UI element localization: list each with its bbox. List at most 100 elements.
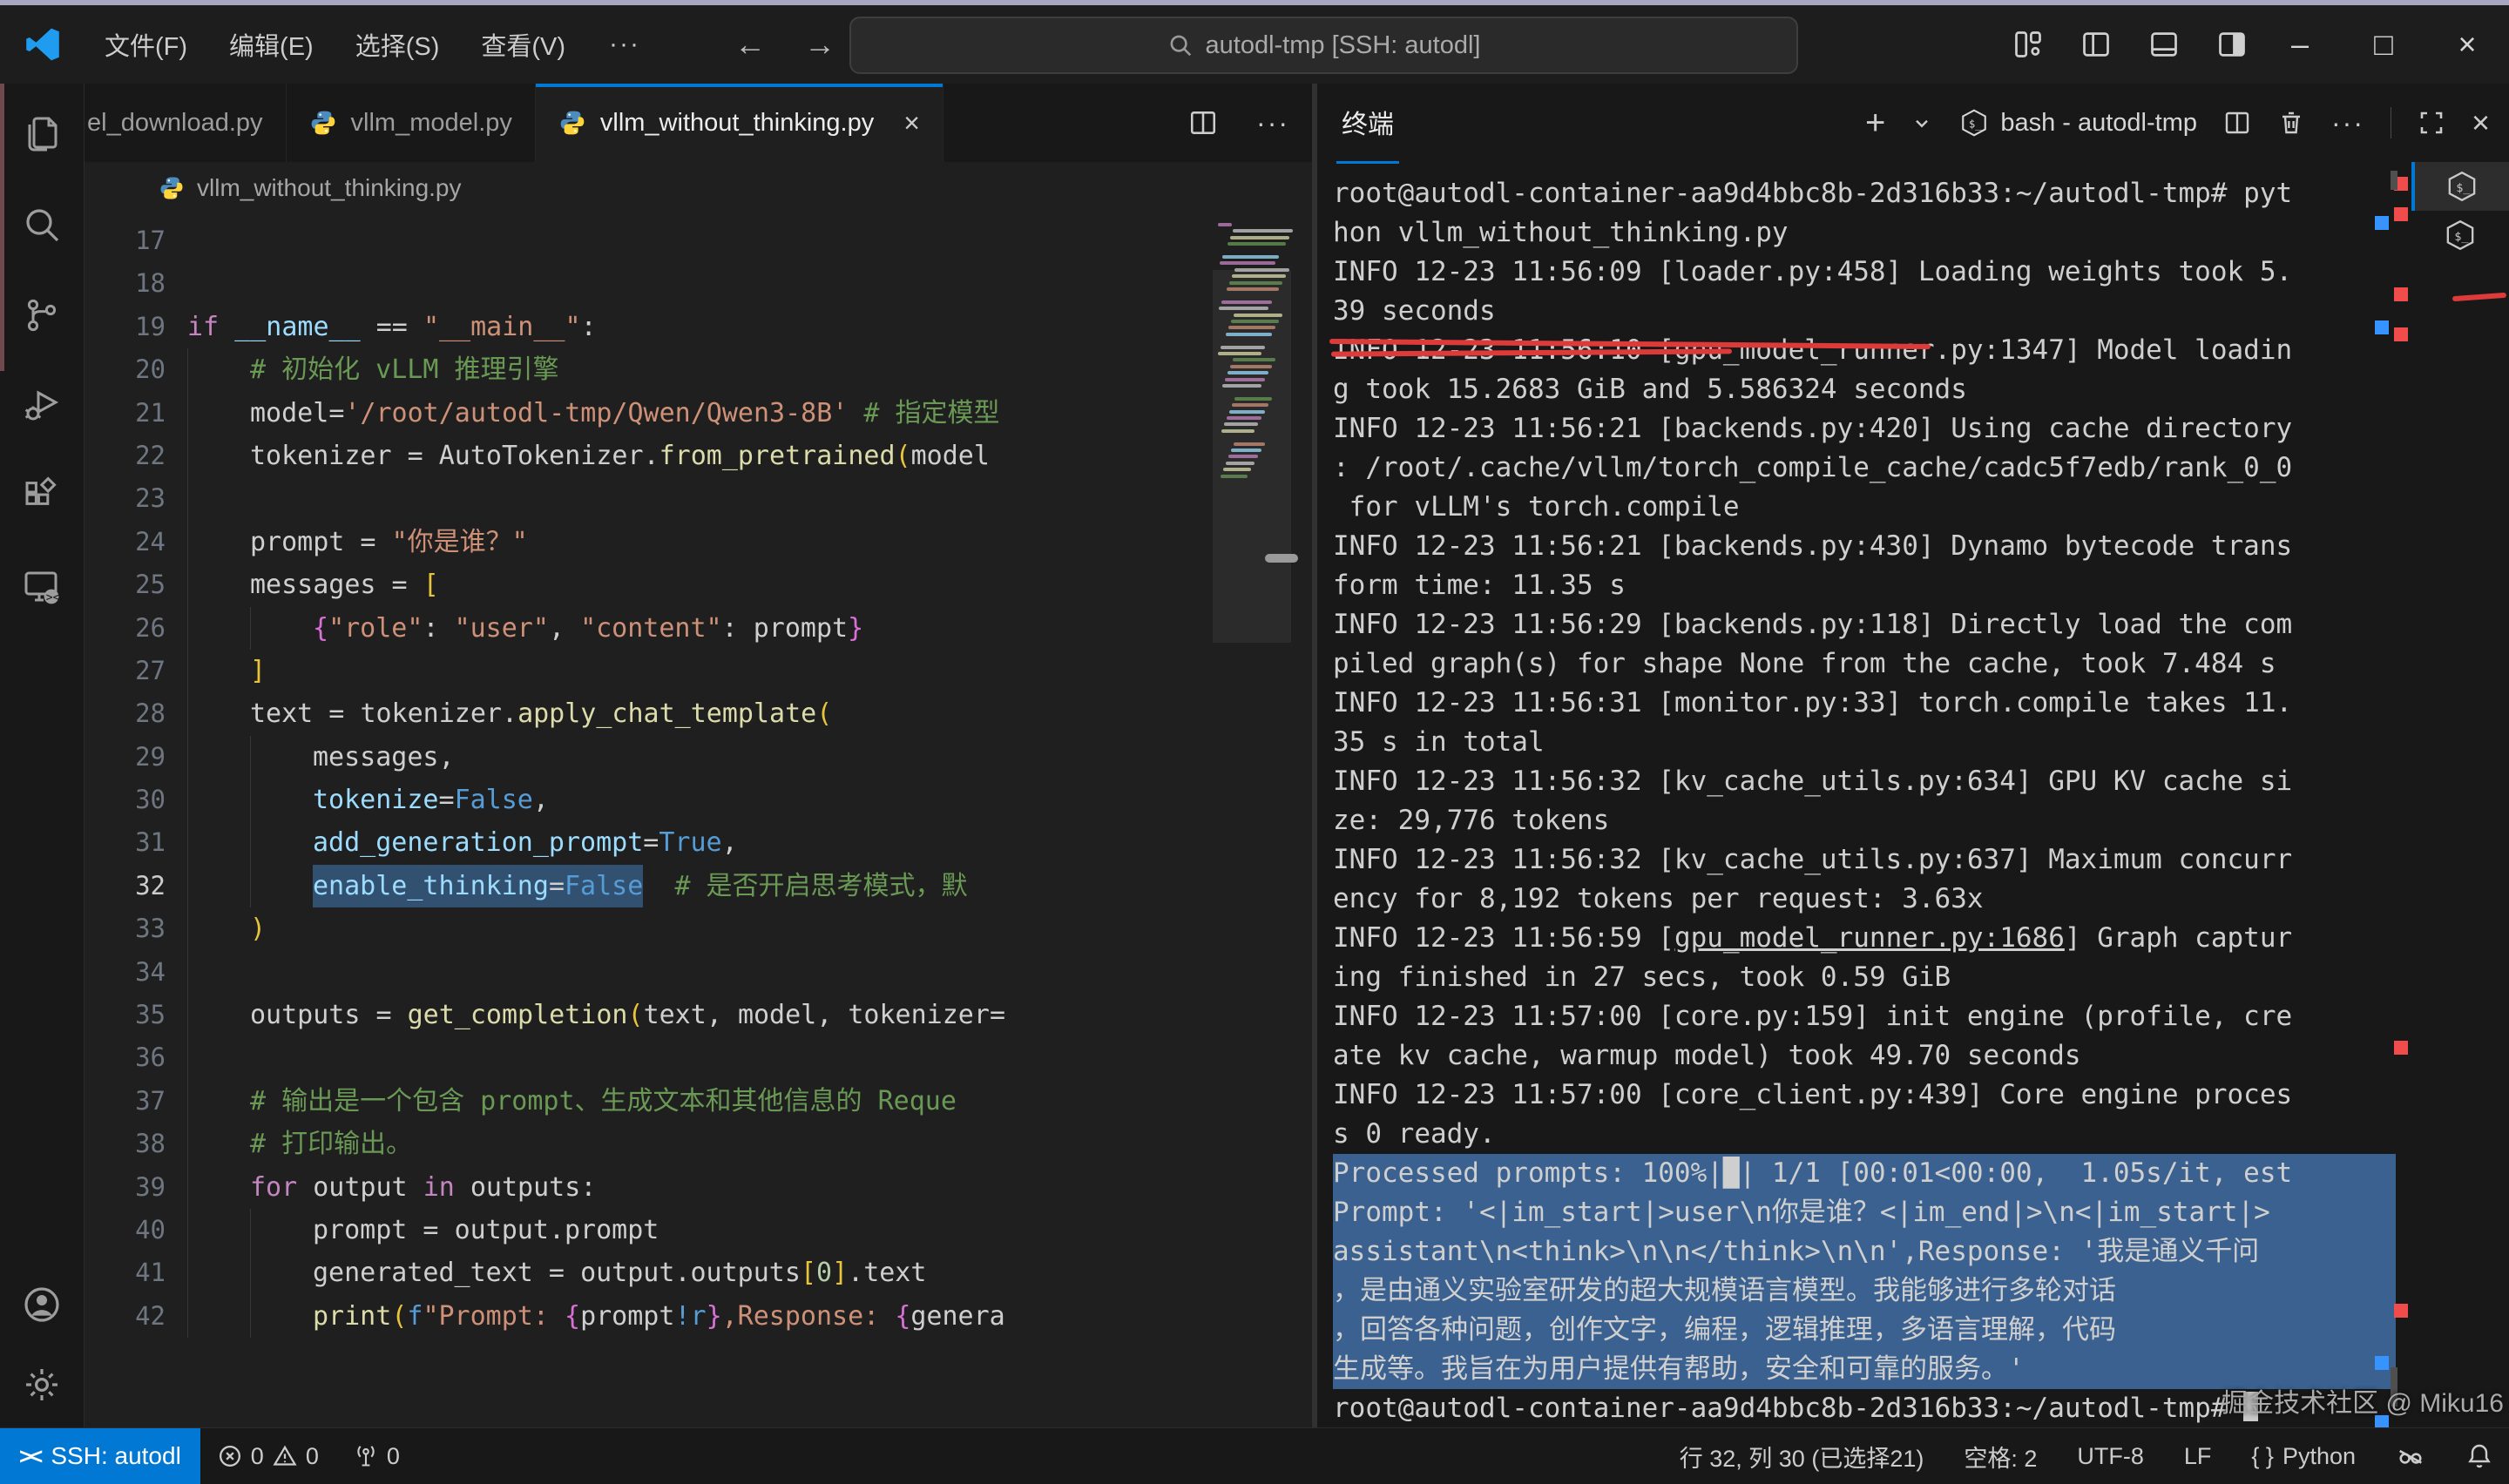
toggle-secondary-sidebar-icon[interactable]	[2216, 29, 2248, 60]
close-tab-icon[interactable]: ×	[903, 107, 920, 139]
maximize-button[interactable]: □	[2342, 5, 2425, 84]
nav-back-button[interactable]: ←	[715, 26, 785, 63]
terminal-line: INFO 12-23 11:56:29 [backends.py:118] Di…	[1333, 605, 2396, 644]
tab-vllm_without_thinking.py[interactable]: vllm_without_thinking.py×	[536, 84, 943, 162]
line-number: 17	[84, 219, 166, 262]
code-line: 30tokenize=False,	[84, 779, 1312, 821]
chevron-down-icon[interactable]	[1911, 112, 1932, 133]
explorer-icon[interactable]	[21, 113, 63, 155]
terminal-line: piled graph(s) for shape None from the c…	[1333, 644, 2396, 684]
terminal-scrollbar[interactable]	[2391, 171, 2397, 190]
menu-item[interactable]: 查看(V)	[460, 5, 586, 84]
editor-region: el_download.pyvllm_model.pyvllm_without_…	[84, 84, 1312, 1428]
minimap-handle[interactable]	[1265, 554, 1298, 563]
search-icon[interactable]	[21, 204, 63, 246]
status-right: 行 32, 列 30 (已选择21) 空格: 2 UTF-8 LF { } Py…	[1680, 1440, 2509, 1474]
encoding[interactable]: UTF-8	[2077, 1443, 2144, 1470]
shell-label-text: bash - autodl-tmp	[2000, 109, 2197, 138]
close-button[interactable]: ×	[2425, 5, 2509, 84]
minimap-line	[1229, 281, 1282, 285]
minimap-line	[1220, 261, 1275, 265]
line-number: 39	[84, 1166, 166, 1209]
svg-text:><: ><	[46, 591, 60, 604]
terminal-tab-item[interactable]: $_	[2411, 162, 2509, 211]
terminal-line: s 0 ready.	[1333, 1115, 2396, 1154]
scrollbar-decoration	[2375, 1356, 2389, 1370]
python-file-icon	[558, 109, 586, 137]
source-control-icon[interactable]	[21, 294, 63, 336]
scrollbar-decoration	[2394, 1041, 2408, 1055]
terminal-tab-item[interactable]: $_	[2411, 211, 2509, 260]
toggle-panel-icon[interactable]	[2148, 29, 2180, 60]
tab-terminal[interactable]: 终端	[1336, 83, 1399, 164]
split-editor-icon[interactable]	[1188, 108, 1218, 138]
kill-terminal-icon[interactable]	[2277, 109, 2305, 137]
tab-el_download.py[interactable]: el_download.py	[84, 84, 287, 162]
tab-vllm_model.py[interactable]: vllm_model.py	[287, 84, 536, 162]
terminal-body[interactable]: root@autodl-container-aa9d4bbc8b-2d316b3…	[1317, 162, 2509, 1428]
indent-guide	[187, 951, 188, 994]
settings-gear-icon[interactable]	[21, 1364, 63, 1406]
minimap-line	[1223, 468, 1251, 471]
code-editor[interactable]: 171819if __name__ == "__main__":20# 初始化 …	[84, 212, 1312, 1428]
indent-guide	[187, 392, 188, 435]
window-controls: – □ ×	[2258, 5, 2509, 84]
menu-item[interactable]: 选择(S)	[335, 5, 461, 84]
line-number: 21	[84, 392, 166, 435]
notifications-bell-icon[interactable]	[2465, 1442, 2493, 1470]
code-line: 32enable_thinking=False # 是否开启思考模式，默	[84, 865, 1312, 907]
maximize-panel-icon[interactable]	[2418, 109, 2445, 137]
indent-guide	[187, 1123, 188, 1165]
terminal-line: ency for 8,192 tokens per request: 3.63x	[1333, 880, 2396, 919]
editor-tab-bar: el_download.pyvllm_model.pyvllm_without_…	[84, 84, 1312, 163]
customize-layout-icon[interactable]	[2012, 29, 2044, 60]
minimap-line	[1219, 307, 1268, 310]
menu-more-button[interactable]: ···	[586, 30, 663, 59]
editor-panel-sash[interactable]	[1312, 84, 1317, 1428]
eol-sequence[interactable]: LF	[2184, 1443, 2212, 1470]
nav-forward-button[interactable]: →	[785, 26, 855, 63]
indent-guide	[187, 907, 188, 950]
editor-more-actions[interactable]: ···	[1256, 107, 1289, 139]
panel-header: 终端 + $_ bash - autodl-tmp ··· ×	[1317, 84, 2509, 162]
vscode-logo-icon	[23, 24, 63, 64]
terminal-shell-label[interactable]: $_ bash - autodl-tmp	[1958, 107, 2197, 138]
extensions-icon[interactable]	[21, 476, 63, 517]
line-number: 40	[84, 1209, 166, 1251]
cursor-position[interactable]: 行 32, 列 30 (已选择21)	[1680, 1440, 1924, 1474]
remote-explorer-icon[interactable]: ><	[21, 566, 63, 608]
close-panel-button[interactable]: ×	[2472, 105, 2490, 141]
command-center-search[interactable]: autodl-tmp [SSH: autodl]	[849, 17, 1798, 74]
language-mode[interactable]: { } Python	[2251, 1443, 2356, 1470]
code-line: 35outputs = get_completion(text, model, …	[84, 994, 1312, 1036]
breadcrumb[interactable]: vllm_without_thinking.py	[84, 163, 1312, 213]
indent-guide	[187, 865, 188, 907]
terminal-line: ze: 29,776 tokens	[1333, 801, 2396, 840]
minimap-line	[1232, 403, 1268, 407]
code-line: 33)	[84, 907, 1312, 950]
line-number: 20	[84, 348, 166, 391]
toggle-sidebar-icon[interactable]	[2080, 29, 2112, 60]
ports-indicator[interactable]: 0	[336, 1443, 417, 1470]
menu-item[interactable]: 文件(F)	[84, 5, 208, 84]
indentation[interactable]: 空格: 2	[1964, 1440, 2037, 1474]
run-debug-icon[interactable]	[21, 385, 63, 427]
code-text: # 初始化 vLLM 推理引擎	[187, 348, 559, 391]
remote-indicator[interactable]: >< SSH: autodl	[0, 1428, 200, 1484]
menu-item[interactable]: 编辑(E)	[208, 5, 335, 84]
screen-reader-icon[interactable]	[2396, 1441, 2425, 1471]
search-icon	[1167, 32, 1194, 58]
indent-guide	[187, 348, 188, 391]
new-terminal-button[interactable]: +	[1865, 105, 1885, 140]
split-terminal-icon[interactable]	[2223, 109, 2251, 137]
indent-guide	[187, 1036, 188, 1079]
code-line: 38# 打印输出。	[84, 1123, 1312, 1165]
account-icon[interactable]	[21, 1284, 63, 1325]
terminal-more-actions[interactable]: ···	[2331, 107, 2364, 139]
minimize-button[interactable]: –	[2258, 5, 2342, 84]
indent-guide	[187, 821, 188, 864]
indent-guide	[187, 650, 188, 692]
terminal-line: ing finished in 27 secs, took 0.59 GiB	[1333, 958, 2396, 997]
minimap[interactable]	[1213, 212, 1291, 1428]
problems-indicator[interactable]: 0 0	[200, 1443, 336, 1470]
